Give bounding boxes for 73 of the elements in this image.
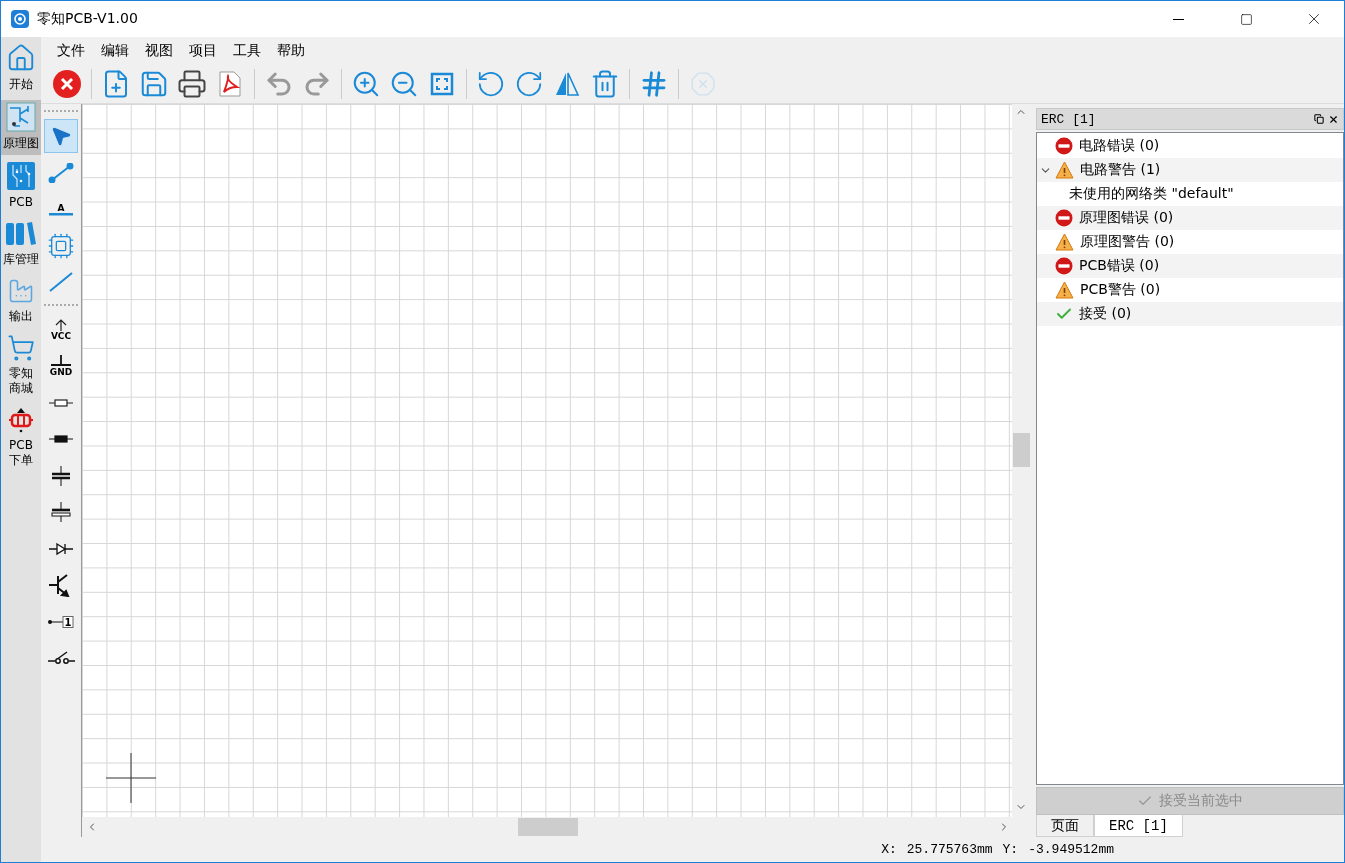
line-icon: [47, 271, 75, 293]
cancel-icon: [690, 71, 716, 97]
panel-tab[interactable]: 页面: [1036, 815, 1094, 837]
menu-item[interactable]: 帮助: [269, 42, 313, 60]
nav-item[interactable]: 库管理: [1, 218, 41, 271]
save-icon: [139, 69, 169, 99]
tree-item[interactable]: 电路警告 (1): [1080, 161, 1161, 179]
x-coordinate: 25.775763mm: [906, 842, 993, 857]
wire-icon: [47, 162, 75, 183]
select-tool[interactable]: [44, 119, 78, 153]
tree-item[interactable]: 原理图警告 (0): [1080, 233, 1175, 251]
maximize-icon: [1239, 12, 1253, 26]
nav-item[interactable]: 原理图: [1, 100, 41, 155]
warning-icon: [1055, 233, 1074, 251]
y-label: Y:: [1002, 842, 1019, 857]
shopping-cart-icon: [7, 334, 35, 362]
books-icon: [5, 220, 37, 248]
tree-item[interactable]: PCB警告 (0): [1080, 281, 1161, 299]
nav-item[interactable]: 开始: [1, 41, 41, 96]
rotate-right-icon: [514, 69, 544, 99]
nav-item[interactable]: PCB下单: [1, 404, 41, 472]
circuit-board-icon: [6, 161, 36, 191]
error-icon: [1055, 257, 1073, 275]
factory-icon: [7, 277, 35, 305]
menu-item[interactable]: 文件: [49, 42, 93, 60]
close-icon: [52, 69, 82, 99]
scroll-thumb[interactable]: [1012, 432, 1030, 467]
mirror-icon: [554, 70, 580, 98]
chip-icon: [47, 231, 75, 260]
menu-item[interactable]: 项目: [181, 42, 225, 60]
panel-tab[interactable]: ERC [1]: [1094, 815, 1183, 837]
float-panel-icon[interactable]: [1314, 114, 1324, 124]
printer-icon: [177, 69, 207, 99]
crosshair-cursor-icon: [106, 753, 156, 803]
error-icon: [1055, 209, 1073, 227]
tree-item[interactable]: PCB错误 (0): [1079, 257, 1160, 275]
x-label: X:: [881, 842, 897, 857]
close-icon[interactable]: [1328, 113, 1339, 125]
chip-upload-icon: [7, 406, 35, 434]
warning-icon: [1055, 161, 1074, 179]
tree-item[interactable]: 电路错误 (0): [1079, 137, 1160, 155]
tree-item[interactable]: 未使用的网络类 "default": [1069, 185, 1234, 203]
pointer-icon: [50, 125, 72, 147]
nav-item[interactable]: PCB: [1, 159, 41, 214]
fit-view-icon: [430, 72, 454, 96]
ground-bar-icon: [49, 355, 73, 367]
port-tool[interactable]: 1: [44, 604, 78, 639]
home-icon: [6, 43, 36, 73]
pdf-icon: [217, 70, 243, 98]
zoom-out-icon: [389, 69, 419, 99]
menu-item[interactable]: 编辑: [93, 42, 137, 60]
up-arrow-icon: [55, 318, 67, 331]
panel-title: ERC [1]: [1041, 111, 1097, 127]
minimize-icon: [1172, 18, 1184, 20]
tree-item[interactable]: 接受 (0): [1079, 305, 1132, 323]
window-title: 零知PCB-V1.00: [37, 10, 139, 28]
app-logo-icon: [11, 10, 29, 28]
nav-item[interactable]: 零知商城: [1, 332, 41, 400]
rotate-left-icon: [476, 69, 506, 99]
menu-item[interactable]: 视图: [137, 42, 181, 60]
trash-icon: [590, 69, 620, 99]
vcc-tool[interactable]: VCC: [44, 312, 78, 347]
warning-icon: [1055, 281, 1074, 299]
ground-tool[interactable]: GND: [44, 349, 78, 383]
y-coordinate: -3.949512mm: [1028, 842, 1114, 857]
error-icon: [1055, 137, 1073, 155]
menu-item[interactable]: 工具: [225, 42, 269, 60]
schematic-icon: [6, 102, 36, 132]
scroll-thumb[interactable]: [518, 818, 578, 836]
text-tool[interactable]: A: [44, 192, 78, 226]
zoom-in-icon: [351, 69, 381, 99]
nav-item[interactable]: 输出: [1, 275, 41, 328]
underline-icon: [49, 212, 73, 216]
